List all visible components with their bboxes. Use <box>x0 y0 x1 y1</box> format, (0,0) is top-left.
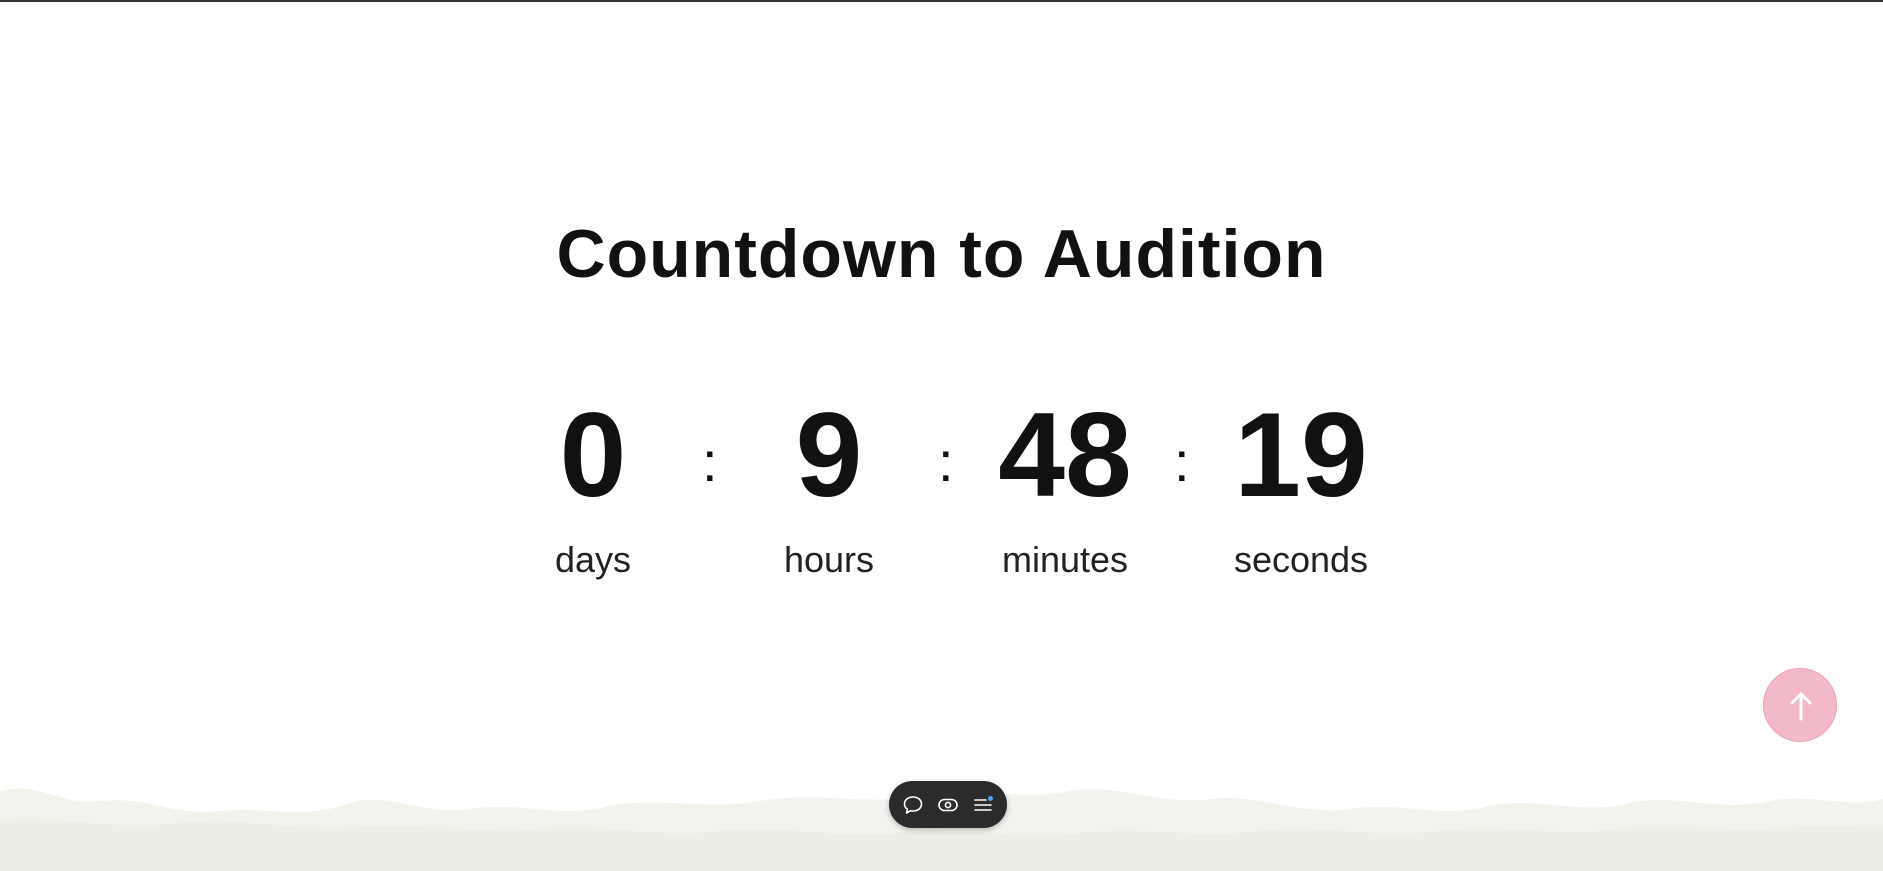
countdown-timer: 0 days : 9 hours : 48 minutes : 19 secon… <box>0 390 1883 590</box>
countdown-days: 0 days <box>493 390 693 580</box>
hours-label: hours <box>783 539 875 580</box>
days-label: days <box>554 539 632 580</box>
arrow-up-icon <box>1790 692 1812 721</box>
countdown-seconds: 19 seconds <box>1201 390 1401 580</box>
separator-colon: : <box>938 430 954 493</box>
separator-colon: : <box>702 430 718 493</box>
days-value: 0 <box>559 388 627 522</box>
page: Countdown to Audition 0 days : 9 hours :… <box>0 0 1883 871</box>
countdown-hours: 9 hours <box>729 390 929 580</box>
seconds-value: 19 <box>1234 388 1368 522</box>
page-title: Countdown to Audition <box>556 216 1327 292</box>
floating-toolbar <box>889 781 1007 828</box>
minutes-label: minutes <box>1001 539 1129 580</box>
menu-list-icon <box>974 796 993 811</box>
minutes-value: 48 <box>998 388 1132 522</box>
top-border <box>0 0 1883 2</box>
separator-colon: : <box>1174 430 1190 493</box>
scroll-to-top-button[interactable] <box>1763 668 1837 742</box>
visibility-toggle-button[interactable] <box>936 793 960 817</box>
countdown-minutes: 48 minutes <box>965 390 1165 580</box>
eye-toggle-icon <box>938 798 958 812</box>
hours-value: 9 <box>795 388 863 522</box>
chat-bubble-icon <box>903 796 923 814</box>
notification-dot <box>988 796 993 801</box>
comment-button[interactable] <box>901 793 925 817</box>
seconds-label: seconds <box>1233 539 1369 580</box>
menu-button[interactable] <box>971 793 995 817</box>
